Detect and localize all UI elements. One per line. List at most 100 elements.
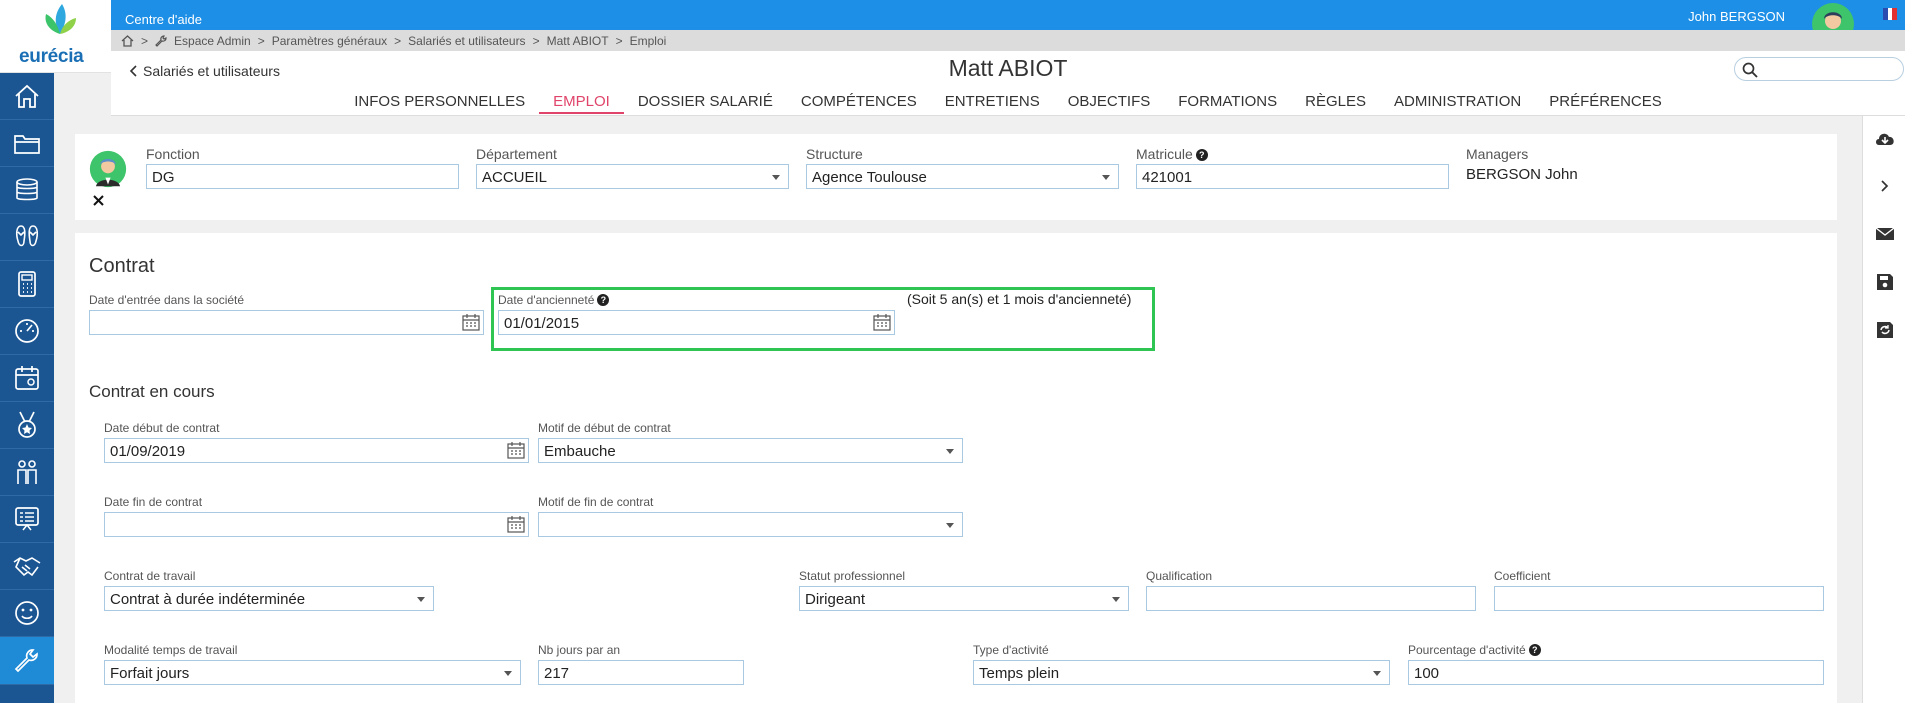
mail-icon[interactable]: [1863, 220, 1905, 248]
calendar-picker-icon[interactable]: [873, 314, 891, 331]
type-activite-label: Type d'activité: [973, 643, 1049, 657]
breadcrumb: > Espace Admin > Paramètres généraux > S…: [111, 30, 1905, 51]
pourcentage-field[interactable]: 100: [1408, 660, 1824, 685]
motif-fin-label: Motif de fin de contrat: [538, 495, 654, 509]
contrat-section-title: Contrat: [89, 255, 155, 277]
help-icon[interactable]: ?: [1528, 644, 1541, 656]
cloud-download-icon[interactable]: [1863, 124, 1905, 152]
type-activite-select[interactable]: Temps plein: [973, 660, 1390, 685]
close-icon[interactable]: [93, 193, 104, 211]
tab-competences[interactable]: COMPÉTENCES: [787, 93, 931, 114]
statut-select[interactable]: Dirigeant: [799, 586, 1129, 611]
breadcrumb-item-salaries[interactable]: Salariés et utilisateurs: [408, 34, 525, 48]
board-icon[interactable]: [0, 496, 54, 543]
tab-bar: INFOS PERSONNELLES EMPLOI DOSSIER SALARI…: [111, 93, 1905, 114]
calendar-picker-icon[interactable]: [462, 314, 480, 331]
coefficient-field[interactable]: [1494, 586, 1824, 611]
breadcrumb-item-espace-admin[interactable]: Espace Admin: [174, 34, 251, 48]
save-icon[interactable]: [1863, 268, 1905, 296]
help-center-link[interactable]: Centre d'aide: [125, 12, 202, 27]
tab-regles[interactable]: RÈGLES: [1291, 93, 1380, 114]
motif-debut-select[interactable]: Embauche: [538, 438, 963, 463]
medal-icon[interactable]: [0, 402, 54, 449]
page-title: Matt ABIOT: [948, 55, 1068, 81]
breadcrumb-item-parametres[interactable]: Paramètres généraux: [272, 34, 387, 48]
sandals-icon[interactable]: [0, 214, 54, 261]
coins-icon[interactable]: [0, 167, 54, 214]
date-debut-value: 01/09/2019: [110, 443, 186, 460]
gauge-icon[interactable]: [0, 308, 54, 355]
tab-entretiens[interactable]: ENTRETIENS: [931, 93, 1054, 114]
tab-objectifs[interactable]: OBJECTIFS: [1054, 93, 1165, 114]
date-anciennete-label-text: Date d'ancienneté: [498, 293, 595, 307]
breadcrumb-item-employee[interactable]: Matt ABIOT: [547, 34, 609, 48]
date-fin-label: Date fin de contrat: [104, 495, 203, 509]
breadcrumb-item-current: Emploi: [629, 33, 667, 48]
employee-avatar: [89, 150, 127, 193]
home-icon[interactable]: [0, 73, 54, 120]
anciennete-duration-note: (Soit 5 an(s) et 1 mois d'ancienneté): [907, 291, 1132, 307]
brand-name: eurécia: [19, 46, 84, 67]
pourcentage-label: Pourcentage d'activité?: [1408, 643, 1541, 657]
nb-jours-field[interactable]: 217: [538, 660, 744, 685]
search-box[interactable]: [1734, 57, 1904, 81]
wrench-small-icon: [155, 34, 167, 47]
tab-emploi[interactable]: EMPLOI: [539, 93, 624, 114]
help-icon[interactable]: ?: [1195, 149, 1208, 161]
qualification-label: Qualification: [1146, 569, 1213, 583]
wrench-icon[interactable]: [0, 637, 54, 685]
date-entree-label: Date d'entrée dans la société: [89, 293, 245, 307]
modalite-select[interactable]: Forfait jours: [104, 660, 521, 685]
tab-formations[interactable]: FORMATIONS: [1164, 93, 1291, 114]
date-anciennete-value: 01/01/2015: [504, 315, 580, 332]
date-entree-field[interactable]: [89, 310, 484, 335]
managers-value: BERGSON John: [1466, 166, 1578, 183]
current-user-name[interactable]: John BERGSON: [1688, 9, 1785, 24]
language-flag-fr[interactable]: [1883, 8, 1898, 20]
people-icon[interactable]: [0, 449, 54, 496]
handshake-icon[interactable]: [0, 543, 54, 590]
tab-preferences[interactable]: PRÉFÉRENCES: [1535, 93, 1676, 114]
breadcrumb-sep: >: [532, 33, 540, 48]
save-refresh-icon[interactable]: [1863, 316, 1905, 344]
contrat-travail-select[interactable]: Contrat à durée indéterminée: [104, 586, 434, 611]
calculator-icon[interactable]: [0, 261, 54, 308]
help-icon[interactable]: ?: [597, 294, 610, 306]
matricule-field[interactable]: 421001: [1136, 164, 1449, 189]
fonction-field[interactable]: DG: [146, 164, 459, 189]
date-fin-field[interactable]: [104, 512, 529, 537]
eurecia-leaf-icon: [45, 4, 76, 34]
main-sidebar: [0, 73, 54, 703]
tab-infos-personnelles[interactable]: INFOS PERSONNELLES: [340, 93, 539, 114]
departement-select[interactable]: ACCUEIL: [476, 164, 789, 189]
pourcentage-label-text: Pourcentage d'activité: [1408, 643, 1526, 657]
smiley-icon[interactable]: [0, 590, 54, 637]
motif-fin-select[interactable]: [538, 512, 963, 537]
folder-icon[interactable]: [0, 120, 54, 167]
search-input[interactable]: [1763, 60, 1897, 78]
search-icon: [1742, 62, 1758, 78]
date-anciennete-label: Date d'ancienneté?: [498, 293, 610, 307]
coefficient-label: Coefficient: [1494, 569, 1551, 583]
matricule-label-text: Matricule: [1136, 146, 1193, 162]
calendar-picker-icon[interactable]: [507, 442, 525, 459]
calendar-picker-icon[interactable]: [507, 516, 525, 533]
chevron-right-icon[interactable]: [1863, 172, 1905, 200]
contrat-en-cours-title: Contrat en cours: [89, 382, 215, 401]
date-anciennete-field[interactable]: 01/01/2015: [498, 310, 895, 335]
modalite-label: Modalité temps de travail: [104, 643, 238, 657]
date-debut-field[interactable]: 01/09/2019: [104, 438, 529, 463]
calendar-icon[interactable]: [0, 355, 54, 402]
brand-logo[interactable]: eurécia: [0, 0, 111, 73]
structure-label: Structure: [806, 146, 863, 162]
page-header: Salariés et utilisateurs Matt ABIOT INFO…: [111, 51, 1905, 116]
qualification-field[interactable]: [1146, 586, 1476, 611]
right-action-bar: [1862, 116, 1905, 703]
top-bar: Centre d'aide John BERGSON: [111, 0, 1905, 45]
tab-dossier-salarie[interactable]: DOSSIER SALARIÉ: [624, 93, 787, 114]
structure-select[interactable]: Agence Toulouse: [806, 164, 1119, 189]
managers-label: Managers: [1466, 146, 1529, 162]
motif-debut-label: Motif de début de contrat: [538, 421, 671, 435]
tab-administration[interactable]: ADMINISTRATION: [1380, 93, 1535, 114]
home-small-icon[interactable]: [121, 34, 134, 47]
